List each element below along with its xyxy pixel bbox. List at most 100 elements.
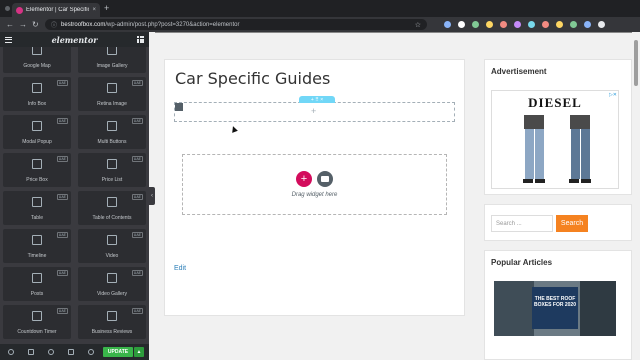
menu-icon[interactable] (5, 36, 12, 43)
widget-tile[interactable]: Image Gallery (78, 47, 146, 73)
extension-icon[interactable] (584, 21, 591, 28)
addon-badge: UAE (56, 80, 68, 86)
widget-icon (107, 235, 117, 245)
empty-section[interactable]: + ⠿ × + (174, 96, 455, 122)
preview-eye-icon[interactable] (88, 349, 94, 355)
extension-icon[interactable] (500, 21, 507, 28)
extension-icon[interactable] (486, 21, 493, 28)
adchoices-icon[interactable]: ▷✕ (609, 92, 617, 98)
widget-tile[interactable]: UAE Modal Popup (3, 115, 71, 149)
new-tab-button[interactable]: + (104, 4, 109, 13)
widget-icon (32, 83, 42, 93)
widget-icon (107, 311, 117, 321)
widget-tile[interactable]: UAE Price Box (3, 153, 71, 187)
extension-icon[interactable] (444, 21, 451, 28)
widget-label: Price List (101, 177, 123, 183)
widget-tile[interactable]: UAE Timeline (3, 229, 71, 263)
template-library-button[interactable] (317, 171, 333, 187)
back-button[interactable]: ← (6, 19, 14, 30)
edit-link[interactable]: Edit (174, 265, 186, 272)
addon-badge: UAE (131, 232, 143, 238)
widget-tile[interactable]: UAE Retina Image (78, 77, 146, 111)
elementor-panel: elementor Google Map Image Gallery UAE Info… (0, 32, 149, 360)
navigator-icon[interactable] (28, 349, 34, 355)
ad-brand: DIESEL (528, 95, 582, 110)
extension-icon[interactable] (542, 21, 549, 28)
browser-tab-bar: Elementor | Car Specific Guides × + (0, 0, 640, 17)
section-handle[interactable]: + ⠿ × (299, 96, 335, 103)
close-tab-icon[interactable]: × (92, 7, 96, 13)
widget-tile[interactable]: UAE Info Box (3, 77, 71, 111)
widget-label: Modal Popup (22, 139, 52, 145)
widget-tile[interactable]: UAE Table (3, 191, 71, 225)
bookmark-star-icon[interactable]: ☆ (415, 21, 421, 29)
widgets-grid-icon[interactable] (137, 36, 144, 43)
addon-badge: UAE (56, 270, 68, 276)
tab-title: Elementor | Car Specific Guides (26, 7, 90, 13)
settings-icon[interactable] (8, 349, 14, 355)
widget-tile[interactable]: Google Map (3, 47, 71, 73)
extension-icon[interactable] (472, 21, 479, 28)
elementor-logo: elementor (51, 34, 98, 45)
widget-icon (32, 159, 42, 169)
widget-icon (107, 197, 117, 207)
widget-tile[interactable]: UAE Table of Contents (78, 191, 146, 225)
extension-icon[interactable] (598, 21, 605, 28)
addon-badge: UAE (131, 270, 143, 276)
site-info-icon[interactable]: ⓘ (51, 20, 57, 29)
widget-icon (107, 47, 117, 55)
popular-articles-widget: Popular Articles THE BEST ROOF BOXES FOR… (484, 250, 632, 360)
widget-tile[interactable]: UAE Video Gallery (78, 267, 146, 301)
extension-icon[interactable] (556, 21, 563, 28)
widget-label: Retina Image (97, 101, 127, 107)
url-text: bestroofbox.com/wp-admin/post.php?post=3… (61, 21, 240, 28)
widget-tile[interactable]: UAE Posts (3, 267, 71, 301)
widget-label: Google Map (23, 63, 51, 69)
update-options-button[interactable]: ▲ (134, 347, 144, 357)
widget-icon (32, 121, 42, 131)
addon-badge: UAE (131, 308, 143, 314)
url-field[interactable]: ⓘ bestroofbox.com/wp-admin/post.php?post… (45, 19, 427, 30)
widget-label: Multi Buttons (97, 139, 127, 145)
content-area: Car Specific Guides + ⠿ × + + Drag widge… (164, 59, 465, 316)
reload-button[interactable]: ↻ (32, 19, 39, 30)
widget-icon (107, 121, 117, 131)
page-title: Car Specific Guides (175, 69, 331, 88)
extension-icon[interactable] (514, 21, 521, 28)
widget-tile[interactable]: UAE Countdown Timer (3, 305, 71, 339)
page-scrollbar[interactable] (632, 32, 640, 360)
widget-icon (32, 197, 42, 207)
widget-label: Info Box (27, 101, 47, 107)
widget-tile[interactable]: UAE Business Reviews (78, 305, 146, 339)
extension-icon[interactable] (528, 21, 535, 28)
update-button[interactable]: UPDATE (103, 347, 133, 357)
add-section-button[interactable]: + (296, 171, 312, 187)
scroll-thumb[interactable] (634, 40, 638, 86)
addon-badge: UAE (56, 156, 68, 162)
widget-label: Video Gallery (97, 291, 127, 297)
ad-banner[interactable]: DIESEL ▷✕ (491, 90, 619, 189)
add-section-dropzone[interactable]: + Drag widget here (182, 154, 447, 215)
site-header-strip (155, 32, 632, 33)
search-button[interactable]: Search (556, 215, 588, 232)
widget-tile[interactable]: UAE Multi Buttons (78, 115, 146, 149)
history-icon[interactable] (48, 349, 54, 355)
responsive-mode-icon[interactable] (68, 349, 74, 355)
addon-badge: UAE (56, 308, 68, 314)
search-input[interactable]: Search ... (491, 215, 553, 232)
search-widget: Search ... Search (484, 204, 632, 241)
widget-tile[interactable]: UAE Price List (78, 153, 146, 187)
extension-icon[interactable] (458, 21, 465, 28)
widget-list: Google Map Image Gallery UAE Info Box UAE Ret… (3, 47, 146, 344)
widget-icon (32, 235, 42, 245)
column-add-icon[interactable]: + (311, 107, 316, 116)
addon-badge: UAE (56, 232, 68, 238)
browser-tab[interactable]: Elementor | Car Specific Guides × (12, 3, 100, 17)
article-thumbnail[interactable]: THE BEST ROOF BOXES FOR 2020 (494, 281, 616, 336)
forward-button[interactable]: → (19, 19, 27, 30)
widget-label: Table (31, 215, 43, 221)
column-edit-icon[interactable] (175, 103, 183, 111)
extension-icon[interactable] (570, 21, 577, 28)
addon-badge: UAE (131, 118, 143, 124)
widget-tile[interactable]: UAE Video (78, 229, 146, 263)
